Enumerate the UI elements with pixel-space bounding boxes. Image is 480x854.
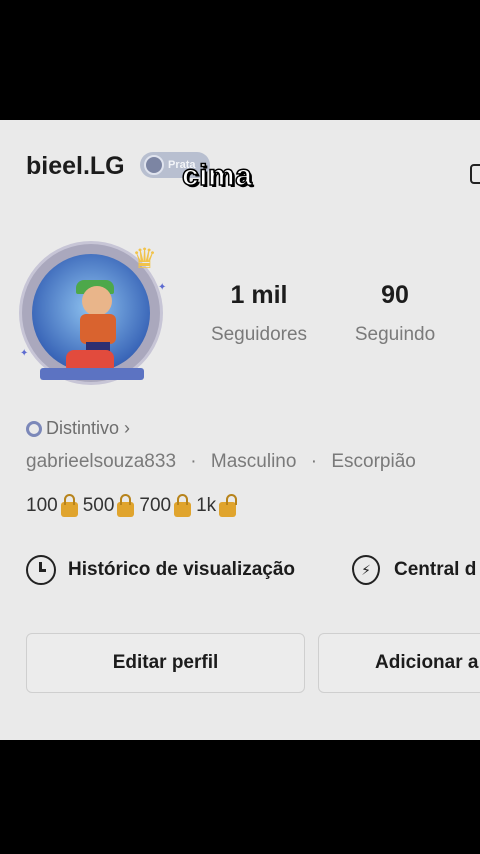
- clock-icon: [26, 555, 56, 585]
- history-shortcut[interactable]: Histórico de visualização: [26, 555, 295, 585]
- overlay-text: cima: [181, 158, 253, 193]
- profile-username: bieel.LG: [26, 152, 125, 180]
- lock-icon: [117, 493, 135, 517]
- stat-followers[interactable]: 1 mil Seguidores: [204, 281, 314, 346]
- profile-gender: Masculino: [210, 451, 297, 472]
- sparkle-icon: ✦: [20, 348, 29, 359]
- edge-icon[interactable]: [470, 164, 480, 184]
- milestones: 100 500 700 1k: [26, 493, 241, 517]
- history-label: Histórico de visualização: [68, 559, 296, 580]
- milestone-500: 500: [82, 495, 115, 516]
- separator: ·: [190, 451, 197, 472]
- milestone-1k: 1k: [196, 495, 217, 516]
- avatar-body: [80, 314, 116, 344]
- sparkle-icon: ✦: [158, 282, 167, 293]
- prata-badge-icon: [144, 155, 164, 175]
- distintivo-icon: [26, 420, 42, 437]
- unlock-icon: [219, 493, 238, 517]
- lock-icon: [60, 493, 78, 517]
- crown-icon: ♛: [132, 243, 158, 274]
- edit-profile-button[interactable]: Editar perfil: [26, 633, 305, 693]
- distintivo-link[interactable]: Distintivo ›: [26, 418, 130, 439]
- central-label: Central d: [394, 559, 477, 580]
- stat-following-label: Seguindo: [354, 324, 436, 345]
- distintivo-label: Distintivo: [46, 418, 120, 438]
- chevron-right-icon: ›: [124, 418, 131, 438]
- profile-info: gabrieelsouza833 · Masculino · Escorpião: [26, 451, 416, 473]
- stat-following-value: 90: [381, 281, 409, 309]
- avatar-head: [82, 286, 112, 316]
- stat-followers-value: 1 mil: [230, 281, 288, 309]
- milestone-100: 100: [26, 495, 58, 516]
- profile-sign: Escorpião: [331, 451, 416, 472]
- add-friends-button[interactable]: Adicionar a: [318, 633, 480, 693]
- profile-handle: gabrieelsouza833: [26, 451, 177, 472]
- separator: ·: [310, 451, 318, 472]
- profile-panel: bieel.LG Prata cima ♛ ✦ ✦ 1 mil Seguidor…: [0, 120, 480, 740]
- lock-icon: [174, 493, 192, 517]
- central-shortcut[interactable]: ⚡ Central d: [352, 555, 476, 585]
- stat-following[interactable]: 90 Seguindo: [346, 281, 444, 346]
- bolt-icon: ⚡: [352, 555, 380, 585]
- stat-followers-label: Seguidores: [210, 324, 308, 345]
- avatar-ribbon: [40, 368, 144, 380]
- milestone-700: 700: [139, 495, 172, 516]
